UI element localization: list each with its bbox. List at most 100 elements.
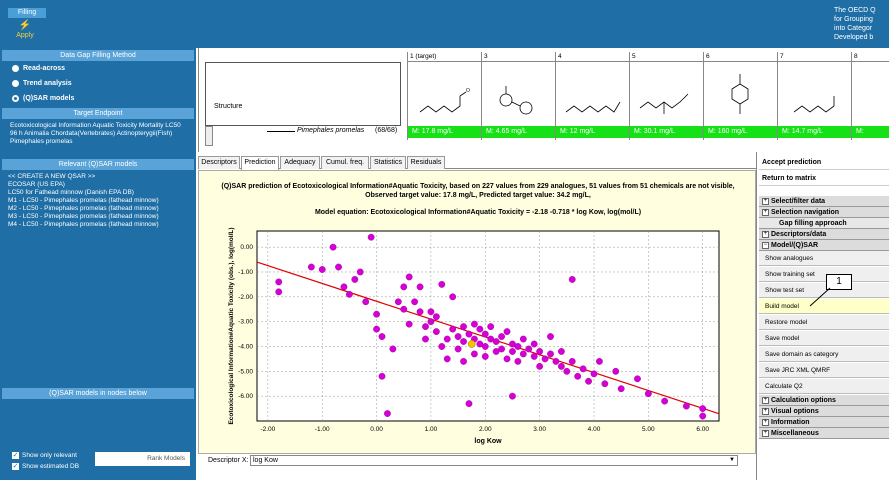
menu-section-model-q-sar[interactable]: − Model/(Q)SAR: [759, 240, 889, 251]
radio-icon: [12, 65, 19, 72]
chem-structure-icon: [565, 101, 621, 113]
y-tick-label: 0.00: [240, 244, 253, 251]
menu-section-label: Miscellaneous: [771, 430, 819, 437]
model-item[interactable]: M2 - LC50 - Pimephales promelas (fathead…: [8, 205, 188, 213]
data-point: [530, 353, 538, 360]
model-item[interactable]: ECOSAR (US EPA): [8, 181, 188, 189]
method-trend-analysis[interactable]: Trend analysis: [0, 76, 196, 91]
model-item[interactable]: M4 - LC50 - Pimephales promelas (fathead…: [8, 221, 188, 229]
model-item[interactable]: LC50 for Fathead minnow (Danish EPA DB): [8, 189, 188, 197]
method-label: (Q)SAR models: [23, 95, 75, 102]
matrix-column[interactable]: 4 M: 12 mg/L: [555, 52, 629, 140]
matrix-column[interactable]: 1 (target) O M: 17.8 mg/L: [407, 52, 481, 140]
matrix-column[interactable]: 6 M: 160 mg/L: [703, 52, 777, 140]
apply-button[interactable]: ⚡ Apply: [10, 20, 40, 42]
data-point: [443, 355, 451, 363]
descriptor-row: Descriptor X: log Kow ▼: [198, 454, 756, 468]
scatter-plot[interactable]: -2.00 -1.00 0.00 1.00 2.00 3.00 4.00 5.00 6.00 0.…: [199, 221, 755, 453]
chevron-down-icon: ▼: [729, 457, 735, 463]
checkbox-checked-icon: ✓: [12, 462, 19, 470]
data-point: [541, 355, 549, 363]
checkbox-label: Show estimated DB: [22, 462, 80, 470]
data-point: [471, 350, 478, 358]
menu-item-restore-model[interactable]: Restore model: [759, 315, 889, 330]
models-list: << CREATE A NEW QSAR >> ECOSAR (US EPA) …: [0, 170, 196, 388]
endpoint-value: M:: [852, 126, 889, 138]
data-point: [389, 345, 397, 353]
model-item-create[interactable]: << CREATE A NEW QSAR >>: [8, 173, 188, 181]
column-header: 5: [630, 52, 703, 62]
descriptor-select[interactable]: log Kow ▼: [250, 455, 738, 466]
matrix-column[interactable]: 7 M: 14.7 mg/L: [777, 52, 851, 140]
endpoint-value: M: 17.8 mg/L: [408, 126, 481, 138]
rank-models-button[interactable]: Rank Models: [95, 452, 190, 466]
menu-section-label: Descriptors/data: [771, 231, 827, 238]
data-point: [487, 323, 495, 331]
model-item[interactable]: M3 - LC50 - Pimephales promelas (fathead…: [8, 213, 188, 221]
data-point: [378, 333, 386, 340]
data-point: [367, 233, 375, 241]
endpoint-value: M: 14.7 mg/L: [778, 126, 851, 138]
data-point: [509, 392, 516, 400]
tab-cumul-freq[interactable]: Cumul. freq.: [321, 156, 369, 169]
data-point: [481, 353, 489, 360]
data-point: [454, 345, 462, 353]
menu-item-save-model[interactable]: Save model: [759, 331, 889, 346]
show-estimated-db-checkbox[interactable]: ✓ Show estimated DB: [12, 461, 79, 471]
data-point: [547, 333, 554, 340]
data-point: [307, 263, 315, 271]
model-equation: Model equation: Ecotoxicological Informa…: [314, 209, 642, 216]
matrix-column[interactable]: 8 M:: [851, 52, 889, 140]
matrix-vertical-scroll[interactable]: [205, 126, 213, 146]
expand-icon: +: [762, 408, 769, 415]
tab-prediction[interactable]: Prediction: [241, 156, 279, 170]
matrix-column[interactable]: 3 M: 4.65 mg/L: [481, 52, 555, 140]
radio-icon: [12, 80, 19, 87]
expand-icon: +: [762, 231, 769, 238]
tab-adequacy[interactable]: Adequacy: [280, 156, 320, 169]
chem-structure-icon: [793, 96, 835, 113]
gap-filling-approach-item[interactable]: Gap filling approach: [759, 218, 889, 229]
endpoint-row-header[interactable]: Pimephales promelas (68/68): [205, 126, 405, 138]
filling-tab[interactable]: Filling: [8, 8, 46, 18]
data-point: [503, 355, 511, 363]
menu-section-label: Calculation options: [771, 397, 836, 404]
menu-section-select-filter-data[interactable]: + Select/filter data: [759, 196, 889, 207]
menu-section-selection-navigation[interactable]: + Selection navigation: [759, 207, 889, 218]
left-bottom-controls: ✓ Show only relevant ✓ Show estimated DB R…: [0, 444, 196, 480]
x-tick-label: 5.00: [642, 426, 655, 433]
chem-structure-icon: [639, 93, 689, 114]
data-point: [384, 410, 391, 417]
accept-prediction-button[interactable]: Accept prediction: [759, 155, 889, 170]
method-label: Read-across: [23, 65, 66, 72]
menu-section-calculation-options[interactable]: + Calculation options: [759, 395, 889, 406]
tab-descriptors[interactable]: Descriptors: [198, 156, 240, 169]
menu-item-show-analogues[interactable]: Show analogues: [759, 251, 889, 266]
nodes-models-heading: (Q)SAR models in nodes below: [2, 388, 194, 399]
prediction-chart: (Q)SAR prediction of Ecotoxicological In…: [198, 170, 756, 454]
menu-item-show-training-set[interactable]: Show training set: [759, 267, 889, 282]
method-read-across[interactable]: Read-across: [0, 61, 196, 76]
menu-item-save-domain-as-category[interactable]: Save domain as category: [759, 347, 889, 362]
menu-section-miscellaneous[interactable]: + Miscellaneous: [759, 428, 889, 439]
tab-residuals[interactable]: Residuals: [407, 156, 445, 169]
menu-section-information[interactable]: + Information: [759, 417, 889, 428]
matrix-column[interactable]: 5 M: 30.1 mg/L: [629, 52, 703, 140]
menu-item-save-jrc-xml-qmrf[interactable]: Save JRC XML QMRF: [759, 363, 889, 378]
menu-section-label: Model/(Q)SAR: [771, 242, 819, 249]
data-point: [574, 372, 582, 380]
menu-section-descriptors-data[interactable]: + Descriptors/data: [759, 229, 889, 240]
menu-section-visual-options[interactable]: + Visual options: [759, 406, 889, 417]
model-item[interactable]: M1 - LC50 - Pimephales promelas (fathead…: [8, 197, 188, 205]
method-qsar-models[interactable]: (Q)SAR models: [0, 91, 196, 106]
descriptor-value: log Kow: [253, 457, 278, 464]
menu-item-calculate-q2[interactable]: Calculate Q2: [759, 379, 889, 394]
chem-structure-icon: O: [419, 88, 470, 113]
show-only-relevant-checkbox[interactable]: ✓ Show only relevant: [12, 450, 77, 460]
structure-drawing: [852, 62, 889, 126]
return-to-matrix-button[interactable]: Return to matrix: [759, 171, 889, 186]
menu-section-label: Visual options: [771, 408, 819, 415]
data-point: [699, 405, 707, 412]
tab-statistics[interactable]: Statistics: [370, 156, 406, 169]
radio-selected-icon: [12, 95, 19, 102]
